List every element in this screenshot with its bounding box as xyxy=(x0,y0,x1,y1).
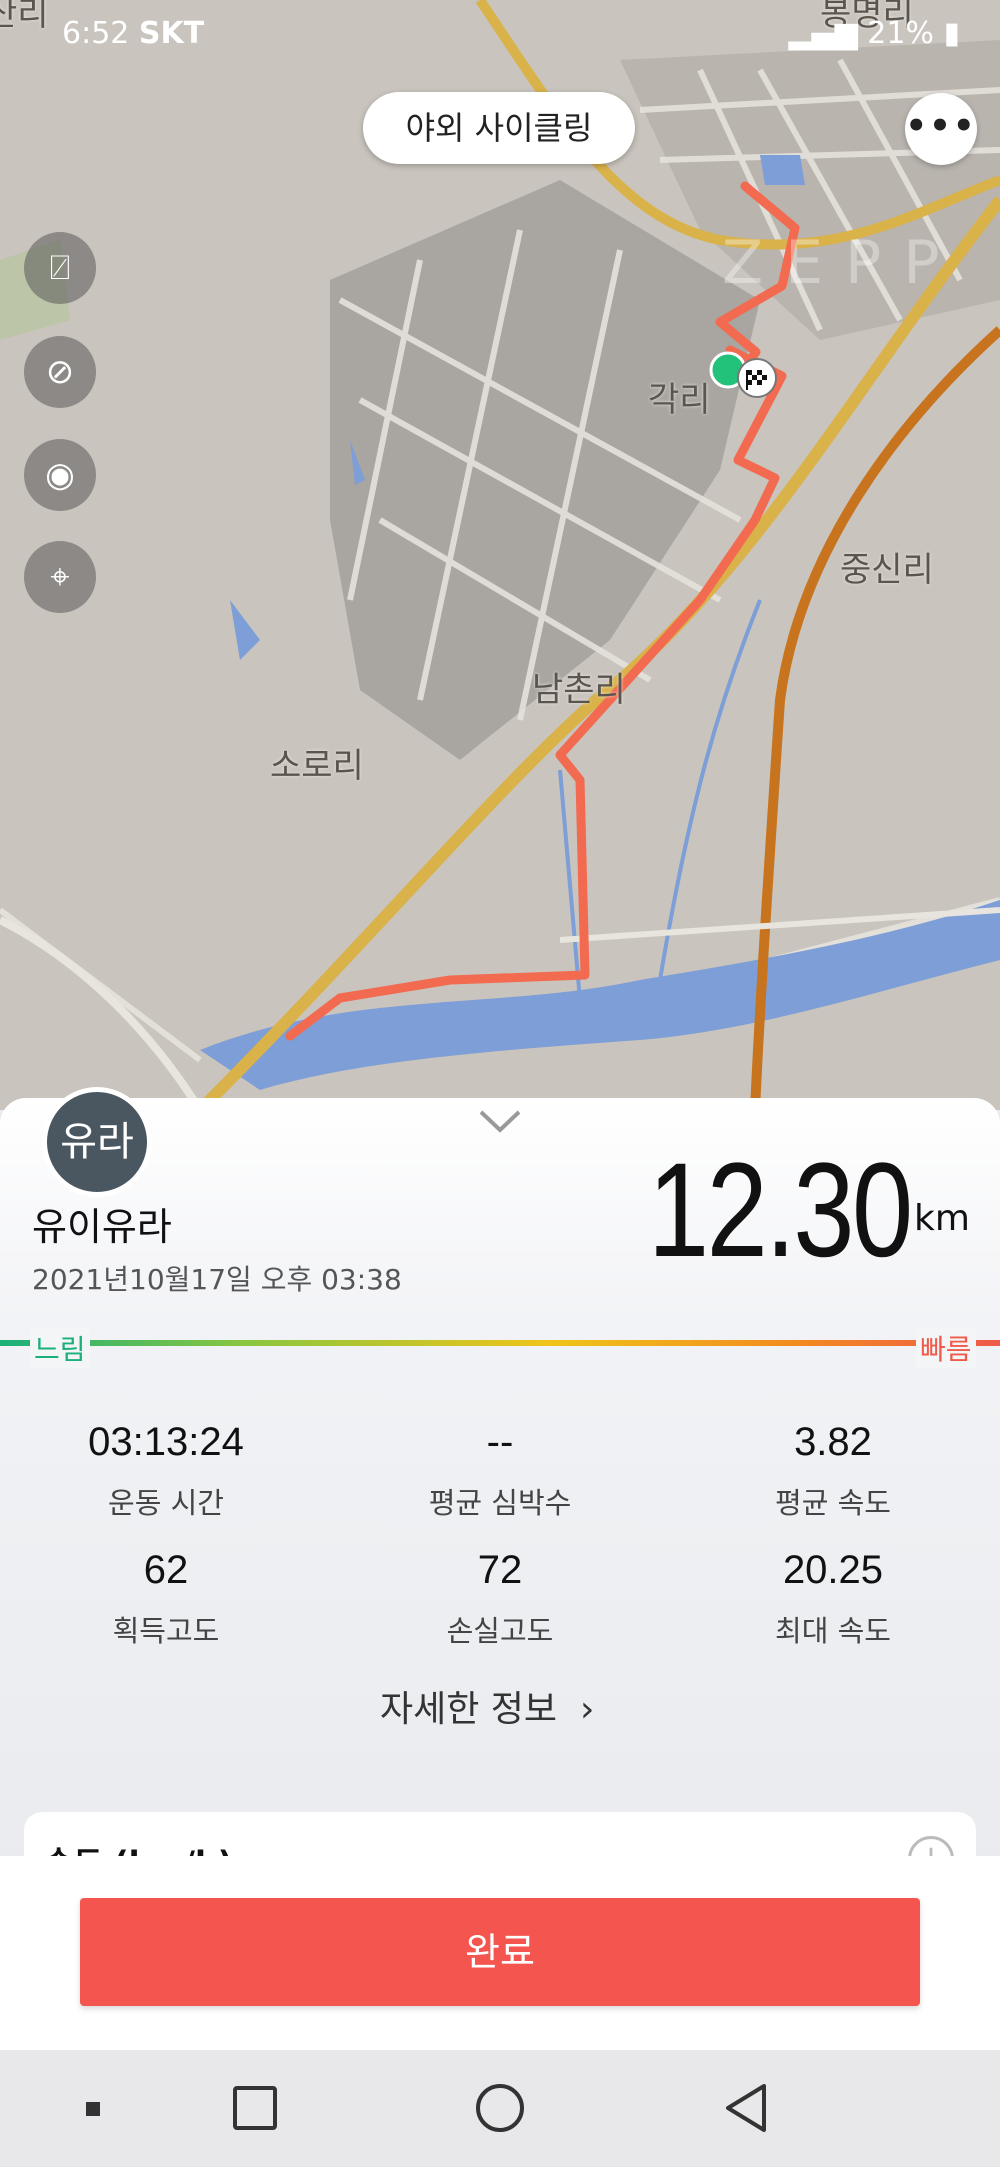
stat-elevation-gain-value: 62 xyxy=(143,1548,189,1592)
system-nav-bar xyxy=(0,2050,1000,2167)
km-marker-off-icon: ⍁ xyxy=(49,248,71,288)
stat-elevation-loss-label: 손실고도 xyxy=(446,1614,554,1648)
stat-elevation-loss-value: 72 xyxy=(477,1548,523,1592)
speed-color-toggle-button[interactable]: ⊘ xyxy=(24,336,96,408)
user-name: 유이유라 xyxy=(32,1205,172,1249)
recenter-button[interactable]: ⌖ xyxy=(24,541,96,613)
stat-avg-speed-value: 3.82 xyxy=(794,1420,872,1464)
workout-datetime: 2021년10월17일 오후 03:38 xyxy=(32,1263,402,1296)
chevron-right-icon: › xyxy=(568,1689,595,1730)
status-bar: 6:52 SKT ▂▄▆ 21% ▮ xyxy=(0,0,1000,70)
speed-gradient-bar xyxy=(0,1340,1000,1346)
km-marker-toggle-button[interactable]: ⍁ xyxy=(24,232,96,304)
nav-dot-icon[interactable] xyxy=(86,2102,100,2116)
distance-unit: km xyxy=(914,1198,970,1239)
place-label-jungsinri: 중신리 xyxy=(840,550,934,590)
more-options-button[interactable]: ••• xyxy=(905,93,977,165)
place-label-sorori: 소로리 xyxy=(270,746,364,786)
more-dots-icon: ••• xyxy=(905,106,977,146)
stat-avg-heartrate-label: 평균 심박수 xyxy=(428,1486,572,1520)
fast-label: 빠름 xyxy=(916,1328,976,1368)
battery-status: ▂▄▆ 21% ▮ xyxy=(788,16,960,51)
route-map[interactable]: ZEPP 각리 중신리 남촌리 소로리 봉명리 산리 6:52 SKT ▂▄▆ … xyxy=(0,0,1000,1110)
crosshair-icon: ⌖ xyxy=(50,557,70,597)
status-time: 6:52 SKT xyxy=(62,16,204,51)
workout-type-title: 야외 사이클링 xyxy=(363,92,635,164)
zepp-watermark: ZEPP xyxy=(722,228,962,298)
chevron-down-icon[interactable] xyxy=(475,1102,525,1142)
battery-icon: ▮ xyxy=(943,16,960,51)
stat-elevation-gain-label: 획득고도 xyxy=(112,1614,220,1648)
stat-duration-value: 03:13:24 xyxy=(88,1420,244,1464)
eye-icon: ◉ xyxy=(45,455,75,495)
detail-info-link[interactable]: 자세한 정보 › xyxy=(380,1680,594,1732)
distance-value: 12.30 xyxy=(648,1136,913,1285)
stat-avg-speed-label: 평균 속도 xyxy=(775,1486,891,1520)
detail-info-label: 자세한 정보 xyxy=(380,1689,558,1730)
done-button[interactable]: 완료 xyxy=(80,1898,920,2006)
signal-icon: ▂▄▆ xyxy=(788,16,858,51)
stat-duration-label: 운동 시간 xyxy=(108,1486,224,1520)
stat-max-speed-value: 20.25 xyxy=(782,1548,884,1592)
carrier-text: SKT xyxy=(138,16,205,51)
place-label-namchonri: 남촌리 xyxy=(532,670,626,710)
battery-percent: 21% xyxy=(867,16,934,51)
home-icon[interactable] xyxy=(476,2084,524,2132)
recent-apps-icon[interactable] xyxy=(233,2086,277,2130)
stat-avg-heartrate-value: -- xyxy=(486,1420,514,1464)
clock-text: 6:52 xyxy=(62,16,130,51)
place-label-gakri: 각리 xyxy=(648,380,711,420)
back-icon[interactable] xyxy=(722,2082,770,2134)
slow-label: 느림 xyxy=(30,1328,90,1368)
visibility-toggle-button[interactable]: ◉ xyxy=(24,439,96,511)
stat-max-speed-label: 최대 속도 xyxy=(775,1614,891,1648)
avatar: 유라 xyxy=(42,1087,152,1197)
speed-color-off-icon: ⊘ xyxy=(45,352,75,392)
